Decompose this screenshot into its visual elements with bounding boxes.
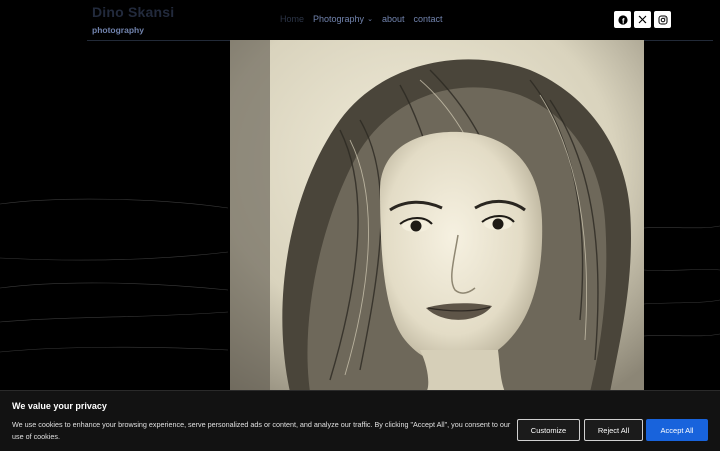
cookie-banner-title: We value your privacy bbox=[12, 401, 107, 411]
x-twitter-link[interactable] bbox=[634, 11, 651, 28]
hero-photo bbox=[230, 40, 644, 392]
chevron-down-icon: ⌄ bbox=[367, 16, 373, 23]
social-links: f bbox=[614, 11, 674, 28]
facebook-icon: f bbox=[617, 14, 628, 25]
nav-item-photography[interactable]: Photography ⌄ bbox=[313, 14, 373, 24]
cookie-consent-banner: We value your privacy We use cookies to … bbox=[0, 390, 720, 451]
nav-item-label: about bbox=[381, 14, 405, 24]
nav-item-about[interactable]: about bbox=[382, 14, 405, 24]
customize-button[interactable]: Customize bbox=[517, 419, 580, 441]
instagram-icon bbox=[658, 15, 667, 24]
site-header: Dino Skansi photography Home Photography… bbox=[0, 0, 720, 41]
nav-item-home[interactable]: Home bbox=[280, 14, 304, 24]
nav-item-label: Home bbox=[280, 14, 305, 24]
cookie-banner-text: We use cookies to enhance your browsing … bbox=[12, 420, 511, 441]
nav-item-contact[interactable]: contact bbox=[413, 14, 442, 24]
x-twitter-icon bbox=[638, 15, 647, 24]
facebook-link[interactable]: f bbox=[614, 11, 631, 28]
site-subtitle[interactable]: photography bbox=[92, 25, 174, 35]
nav-item-label: Photography bbox=[313, 14, 365, 24]
instagram-link[interactable] bbox=[654, 11, 671, 28]
brand[interactable]: Dino Skansi photography bbox=[92, 4, 174, 35]
main-nav: Home Photography ⌄ about contact bbox=[280, 14, 452, 24]
nav-item-label: contact bbox=[413, 14, 443, 24]
portrait-image bbox=[230, 40, 644, 392]
site-title[interactable]: Dino Skansi bbox=[92, 4, 174, 20]
reject-all-button[interactable]: Reject All bbox=[584, 419, 643, 441]
accept-all-button[interactable]: Accept All bbox=[646, 419, 708, 441]
